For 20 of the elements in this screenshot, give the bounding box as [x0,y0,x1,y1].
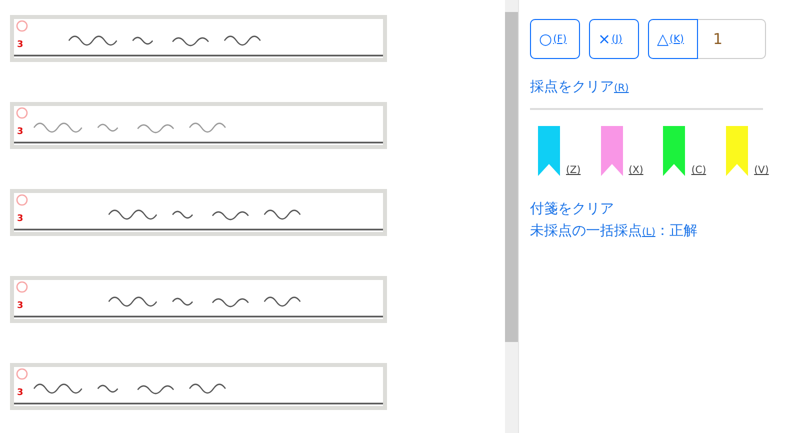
score-text: 3 [17,214,24,224]
bookmark-icon [600,126,623,176]
sticky-tag-button[interactable]: (X) [592,126,644,176]
clear-grading-link[interactable]: 採点をクリア(R) [530,78,629,96]
score-text: 3 [17,40,24,50]
points-input[interactable]: 1 [698,19,766,59]
bookmark-icon [663,126,686,176]
score-text: 3 [17,301,24,311]
sticky-tag-button[interactable]: (V) [718,126,769,176]
bulk-grade-link[interactable]: 未採点の一括採点(L) [530,222,656,240]
score-text: 3 [17,388,24,398]
bookmark-icon [538,126,560,176]
bulk-grade-result: ：正解 [655,222,698,240]
scrollbar-thumb[interactable] [505,12,518,342]
sticky-tag-button[interactable]: (C) [655,126,706,176]
clear-tags-link[interactable]: 付箋をクリア [530,200,614,218]
score-text: 3 [17,127,24,137]
scrollbar[interactable] [505,0,518,433]
bookmark-icon [726,126,748,176]
sticky-tag-button[interactable]: (Z) [530,126,581,176]
